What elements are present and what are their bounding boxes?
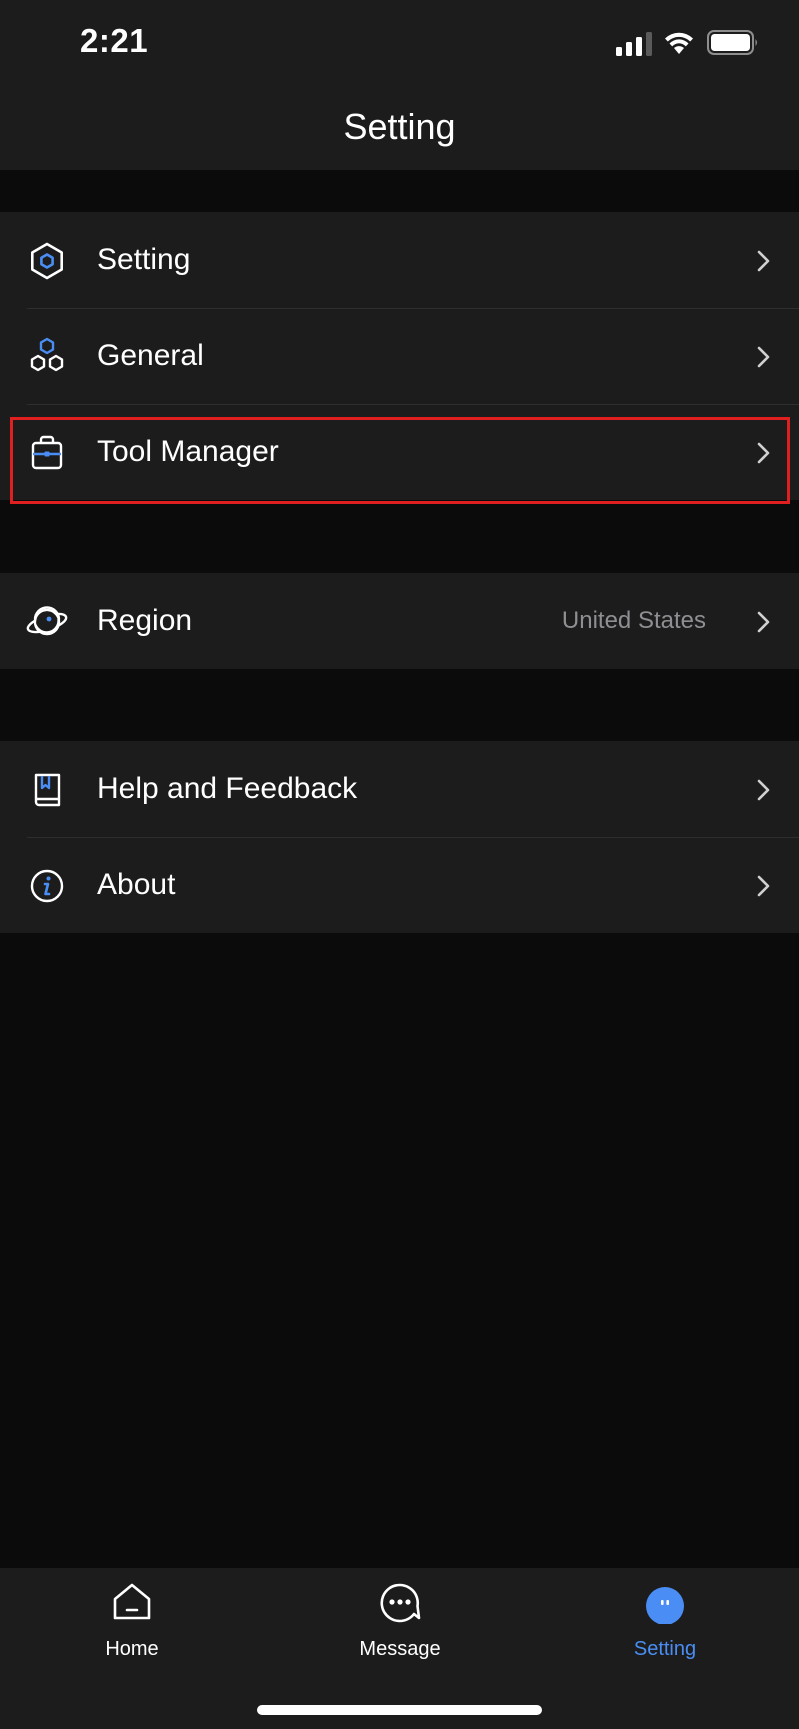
three-hexagons-icon [30,337,64,372]
settings-group-region: Region United States [0,573,799,669]
home-icon [113,1583,151,1620]
cellular-signal-icon [616,32,652,56]
tab-home-label: Home [105,1638,159,1660]
home-indicator [257,1705,542,1715]
tab-home[interactable]: Home [32,1568,232,1678]
tab-bar: Home Message Setting [0,1568,799,1729]
chevron-right-icon [757,611,770,633]
planet-icon [26,606,68,636]
wifi-icon [665,32,693,54]
chevron-right-icon [757,250,770,272]
status-time: 2:21 [80,22,149,59]
tool-manager-row[interactable]: Tool Manager [0,404,799,500]
chevron-right-icon [757,442,770,464]
region-row[interactable]: Region United States [0,573,799,669]
setting-row-label: Setting [97,243,191,276]
battery-icon [707,30,757,55]
help-feedback-row[interactable]: Help and Feedback [0,741,799,837]
general-row-label: General [97,339,204,372]
about-row[interactable]: About [0,837,799,933]
chevron-right-icon [757,346,770,368]
page-title: Setting [343,106,456,147]
chevron-right-icon [757,875,770,897]
hexagon-nut-icon [31,242,64,280]
setting-avatar-icon [646,1587,684,1624]
about-row-label: About [97,868,176,901]
info-icon [30,869,64,903]
status-bar: 2:21 [0,0,799,88]
tab-setting[interactable]: Setting [565,1568,765,1678]
toolbox-icon [31,435,63,470]
tab-message[interactable]: Message [300,1568,500,1678]
region-value: United States [561,607,706,634]
tab-setting-label: Setting [633,1638,697,1660]
setting-row[interactable]: Setting [0,212,799,308]
message-bubble-icon [380,1583,421,1623]
general-row[interactable]: General [0,308,799,404]
settings-group-support: Help and Feedback About [0,741,799,933]
book-icon [34,773,61,807]
help-feedback-row-label: Help and Feedback [97,772,358,805]
navigation-bar: Setting [0,88,799,170]
tool-manager-row-label: Tool Manager [97,435,279,468]
chevron-right-icon [757,779,770,801]
tab-message-label: Message [359,1638,441,1660]
region-row-label: Region [97,604,193,637]
settings-group-main: Setting General Tool Manager [0,212,799,500]
